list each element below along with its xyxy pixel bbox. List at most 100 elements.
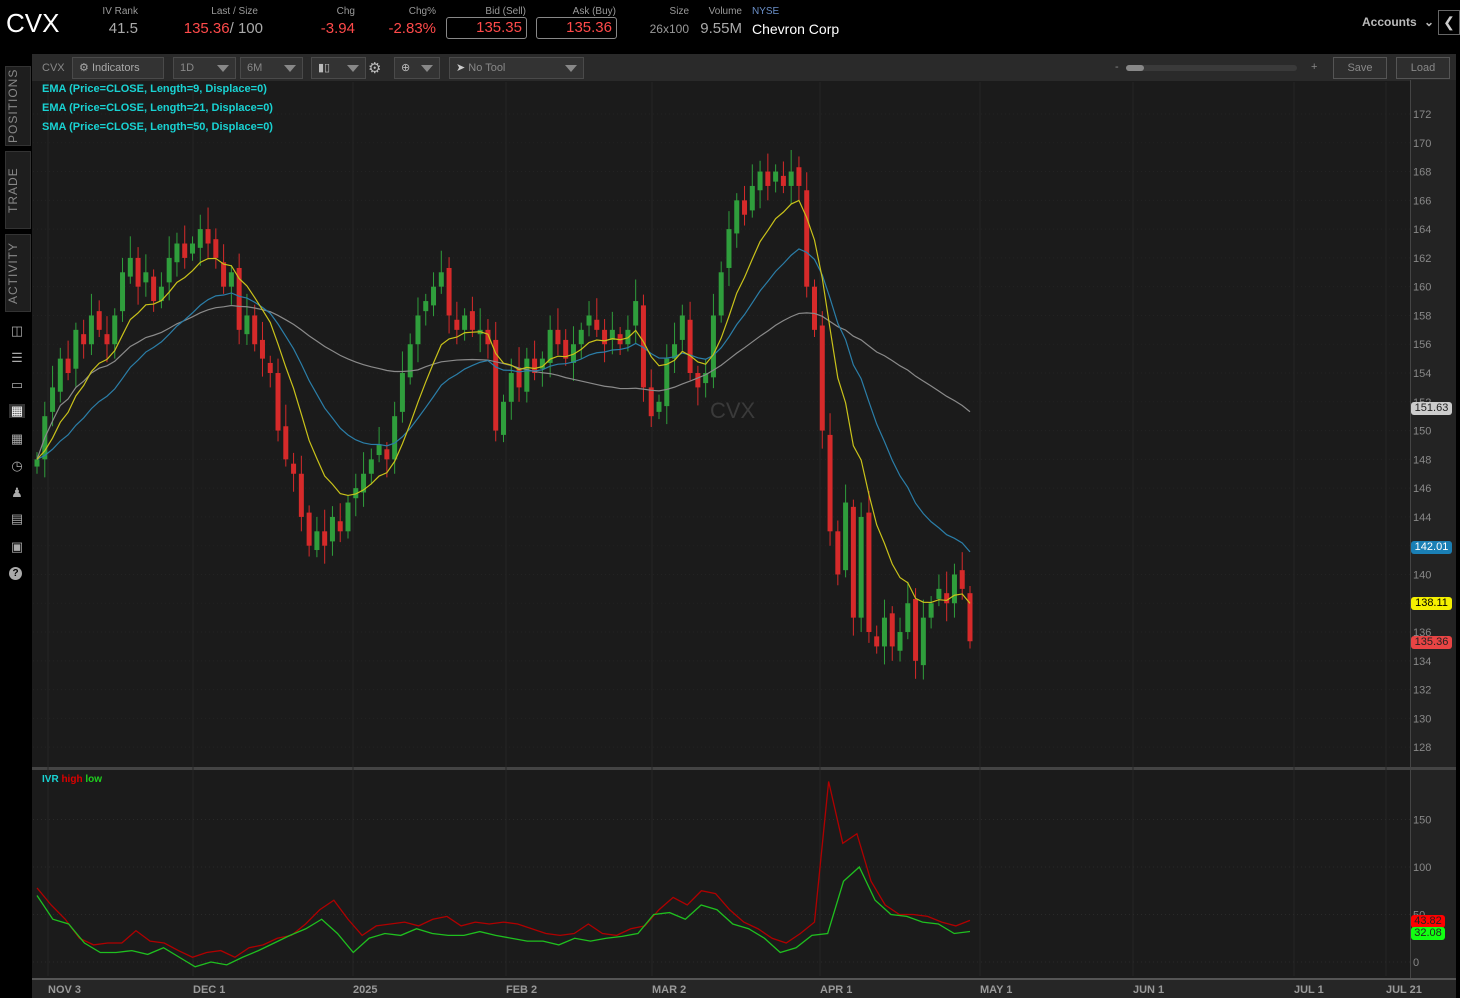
candle-up [431, 286, 437, 306]
watermark: CVX [710, 398, 756, 423]
candle-up [166, 257, 172, 283]
candle-down [835, 531, 841, 575]
candle-up [710, 315, 716, 378]
ivr-high-label: high [61, 774, 83, 785]
candle-up [112, 315, 118, 345]
candle-down [275, 373, 281, 431]
candle-up [881, 617, 887, 647]
candle-up [329, 516, 335, 542]
candle-down [812, 286, 817, 330]
candle-down [602, 329, 608, 345]
candle-down [151, 276, 157, 302]
candle-down [913, 598, 919, 661]
candle-down [695, 373, 701, 388]
ivr-high-line [36, 781, 971, 958]
ivr-low-label: low [85, 774, 103, 785]
candle-down [291, 463, 297, 474]
candle-up [905, 603, 911, 633]
price-tick-label: 164 [1413, 224, 1431, 236]
candle-up [244, 315, 250, 335]
candle-up [407, 344, 413, 378]
candle-down [213, 239, 219, 258]
price-tick-label: 166 [1413, 195, 1431, 207]
ivr-label: IVR [42, 774, 59, 785]
candle-down [780, 175, 786, 186]
candle-up [57, 358, 63, 392]
candle-down [283, 426, 289, 460]
candle-up [508, 373, 514, 402]
candle-up [501, 401, 506, 435]
candle-down [252, 315, 258, 345]
candle-up [197, 229, 203, 248]
time-tick-label: APR 1 [820, 984, 852, 996]
candle-up [773, 171, 779, 182]
candle-down [306, 512, 312, 546]
candle-up [920, 617, 926, 666]
ema21-tag: 142.01 [1411, 541, 1452, 554]
candle-up [936, 588, 942, 599]
candle-up [127, 257, 133, 277]
candle-down [182, 243, 188, 258]
candle-up [415, 315, 421, 345]
candle-up [858, 516, 864, 618]
candle-up [524, 358, 530, 392]
candle-down [454, 319, 460, 330]
candle-down [96, 311, 102, 330]
candle-down [959, 570, 965, 589]
candle-up [392, 416, 398, 460]
time-tick-label: DEC 1 [193, 984, 225, 996]
candle-down [742, 200, 748, 215]
candle-up [951, 574, 957, 604]
time-tick-label: NOV 3 [48, 984, 81, 996]
candle-down [555, 329, 561, 345]
candle-up [143, 272, 149, 283]
candle-up [718, 272, 724, 316]
ivr-low-line [36, 865, 971, 968]
sma50-tag: 151.63 [1411, 402, 1452, 415]
price-tick-label: 154 [1413, 368, 1431, 380]
study-ema9[interactable]: EMA (Price=CLOSE, Length=9, Displace=0) [42, 83, 267, 95]
price-tick-label: 156 [1413, 339, 1431, 351]
candle-up [586, 315, 592, 326]
price-tick-label: 134 [1413, 656, 1431, 668]
price-tick-label: 146 [1413, 483, 1431, 495]
candle-up [734, 200, 740, 234]
candle-up [749, 185, 755, 211]
candle-down [322, 531, 328, 546]
time-tick-label: FEB 2 [506, 984, 537, 996]
price-tick-label: 144 [1413, 512, 1431, 524]
candle-up [578, 329, 584, 345]
price-tick-label: 170 [1413, 138, 1431, 150]
candle-down [104, 334, 110, 345]
candle-down [687, 319, 693, 374]
candle-down [205, 229, 211, 244]
price-tick-label: 132 [1413, 685, 1431, 697]
candle-up [314, 531, 320, 551]
candle-down [944, 593, 950, 604]
candle-up [438, 272, 444, 287]
ivr-legend: IVR high low [42, 774, 102, 785]
candle-up [88, 315, 94, 345]
price-tick-label: 128 [1413, 742, 1431, 754]
candle-down [469, 311, 475, 330]
last-price-tag: 135.36 [1411, 636, 1452, 649]
candle-down [866, 512, 872, 633]
study-sma50[interactable]: SMA (Price=CLOSE, Length=50, Displace=0) [42, 121, 273, 133]
candle-down [850, 506, 856, 618]
price-tick-label: 172 [1413, 109, 1431, 121]
candle-up [34, 459, 40, 467]
candle-up [633, 301, 639, 326]
candle-up [928, 603, 934, 618]
candle-up [664, 358, 670, 407]
price-tick-label: 160 [1413, 282, 1431, 294]
candle-down [298, 473, 304, 517]
time-tick-label: JUL 21 [1386, 984, 1422, 996]
candle-up [399, 373, 405, 412]
study-ema21[interactable]: EMA (Price=CLOSE, Length=21, Displace=0) [42, 102, 273, 114]
candle-down [446, 267, 452, 316]
price-tick-label: 168 [1413, 167, 1431, 179]
candle-down [889, 613, 895, 647]
candle-down [337, 521, 343, 532]
candle-down [648, 387, 654, 417]
price-tick-label: 130 [1413, 713, 1431, 725]
